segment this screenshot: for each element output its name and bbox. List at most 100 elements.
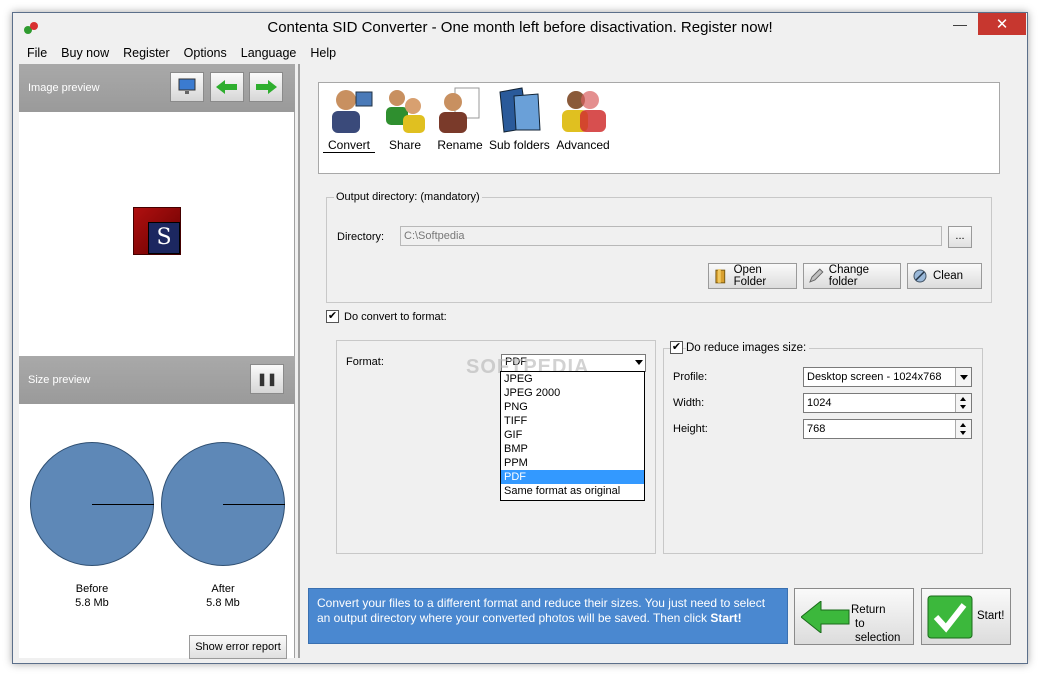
advanced-tab[interactable]: Advanced	[555, 86, 611, 152]
share-label: Share	[388, 138, 422, 152]
image-thumbnail[interactable]: S	[133, 207, 181, 255]
return-label-line2: to selection	[855, 618, 901, 644]
close-button[interactable]: ✕	[978, 13, 1026, 35]
format-option-jpeg[interactable]: JPEG	[501, 372, 644, 386]
title-bar: Contenta SID Converter - One month left …	[13, 13, 1027, 43]
menu-buy-now[interactable]: Buy now	[54, 46, 116, 60]
next-button[interactable]	[249, 72, 283, 102]
previous-button[interactable]	[210, 72, 244, 102]
splitter[interactable]	[298, 64, 300, 658]
minimize-button[interactable]: —	[947, 13, 973, 35]
advanced-label: Advanced	[556, 138, 610, 152]
rename-icon	[435, 86, 485, 134]
thumbnail-letter: S	[148, 222, 180, 254]
reduce-size-checkbox[interactable]: ✔	[670, 341, 683, 354]
pencil-icon	[809, 268, 824, 283]
share-tab[interactable]: Share	[381, 86, 429, 152]
window-title: Contenta SID Converter - One month left …	[267, 19, 773, 36]
format-option-png[interactable]: PNG	[501, 400, 644, 414]
before-size-label: Before 5.8 Mb	[30, 582, 154, 610]
share-icon	[381, 86, 431, 134]
convert-icon	[324, 86, 374, 134]
browse-button[interactable]: ...	[948, 226, 972, 248]
reduce-size-label: Do reduce images size:	[686, 342, 810, 354]
subfolders-label: Sub folders	[489, 138, 550, 152]
output-directory-group: Output directory: (mandatory) Directory:…	[326, 191, 992, 303]
directory-label: Directory:	[337, 231, 385, 243]
clean-label: Clean	[933, 270, 964, 282]
spinner-arrows-icon[interactable]	[955, 394, 971, 412]
change-folder-button[interactable]: Change folder	[803, 263, 901, 289]
image-preview-header: Image preview	[19, 64, 295, 112]
convert-tab[interactable]: Convert	[323, 86, 375, 153]
width-value: 1024	[807, 397, 832, 409]
profile-label: Profile:	[673, 371, 708, 383]
return-label: Return to selection	[851, 603, 913, 645]
before-pie-chart	[30, 442, 154, 566]
profile-select[interactable]: Desktop screen - 1024x768	[803, 367, 972, 387]
broom-icon	[913, 269, 927, 283]
start-button[interactable]: Start!	[921, 588, 1011, 645]
before-size: 5.8 Mb	[75, 597, 109, 609]
after-pie-chart	[161, 442, 285, 566]
advanced-icon	[558, 86, 608, 134]
image-preview-label: Image preview	[28, 82, 100, 94]
show-error-report-button[interactable]: Show error report	[189, 635, 287, 659]
subfolders-icon	[494, 86, 544, 134]
directory-field[interactable]: C:\Softpedia	[400, 226, 942, 246]
convert-label: Convert	[323, 138, 375, 153]
size-preview-header: Size preview ❚❚	[19, 356, 295, 404]
menu-file[interactable]: File	[20, 46, 54, 60]
open-folder-label: Open Folder	[733, 264, 767, 288]
format-option-jpeg2000[interactable]: JPEG 2000	[501, 386, 644, 400]
width-label: Width:	[673, 397, 705, 409]
checkmark-icon	[927, 595, 973, 639]
menu-options[interactable]: Options	[177, 46, 234, 60]
subfolders-tab[interactable]: Sub folders	[489, 86, 550, 152]
menu-bar: File Buy now Register Options Language H…	[20, 43, 1023, 63]
change-folder-label: Change folder	[828, 264, 870, 288]
start-label: Start!	[977, 610, 1005, 622]
convert-format-label: Do convert to format:	[344, 311, 447, 323]
format-option-bmp[interactable]: BMP	[501, 442, 644, 456]
format-label: Format:	[346, 356, 384, 368]
monitor-button[interactable]	[170, 72, 204, 102]
height-label: Height:	[673, 423, 708, 435]
arrow-left-icon	[216, 80, 237, 94]
height-value: 768	[807, 423, 826, 435]
convert-format-checkbox[interactable]: ✔	[326, 310, 339, 323]
reduce-size-group: Profile: Desktop screen - 1024x768 Width…	[663, 348, 983, 554]
arrow-right-icon	[256, 80, 277, 94]
after-size: 5.8 Mb	[206, 597, 240, 609]
format-option-same[interactable]: Same format as original	[501, 484, 644, 498]
info-panel: Convert your files to a different format…	[308, 588, 788, 644]
rename-label: Rename	[437, 138, 483, 152]
format-dropdown-list: JPEG JPEG 2000 PNG TIFF GIF BMP PPM PDF …	[500, 371, 645, 501]
size-preview-label: Size preview	[28, 374, 91, 386]
menu-language[interactable]: Language	[234, 46, 304, 60]
format-option-ppm[interactable]: PPM	[501, 456, 644, 470]
menu-help[interactable]: Help	[303, 46, 343, 60]
rename-tab[interactable]: Rename	[435, 86, 485, 152]
height-spinner[interactable]: 768	[803, 419, 972, 439]
chevron-down-icon	[955, 368, 971, 386]
format-option-gif[interactable]: GIF	[501, 428, 644, 442]
spinner-arrows-icon[interactable]	[955, 420, 971, 438]
output-directory-legend: Output directory: (mandatory)	[334, 191, 482, 203]
format-option-tiff[interactable]: TIFF	[501, 414, 644, 428]
before-label: Before	[75, 583, 109, 595]
width-spinner[interactable]: 1024	[803, 393, 972, 413]
after-size-label: After 5.8 Mb	[161, 582, 285, 610]
menu-register[interactable]: Register	[116, 46, 177, 60]
pause-button[interactable]: ❚❚	[250, 364, 284, 394]
return-label-line1: Return	[851, 604, 886, 616]
mode-toolbar: Convert Share Rename Sub folders Advance…	[318, 82, 1000, 174]
pause-icon: ❚❚	[256, 372, 278, 386]
format-option-pdf[interactable]: PDF	[501, 470, 644, 484]
left-panel: Image preview S Size preview ❚❚ Before 5…	[19, 64, 295, 659]
clean-button[interactable]: Clean	[907, 263, 982, 289]
open-folder-button[interactable]: Open Folder	[708, 263, 797, 289]
return-to-selection-button[interactable]: Return to selection	[794, 588, 914, 645]
folder-open-icon	[715, 269, 726, 284]
info-text: Convert your files to a different format…	[317, 596, 766, 625]
